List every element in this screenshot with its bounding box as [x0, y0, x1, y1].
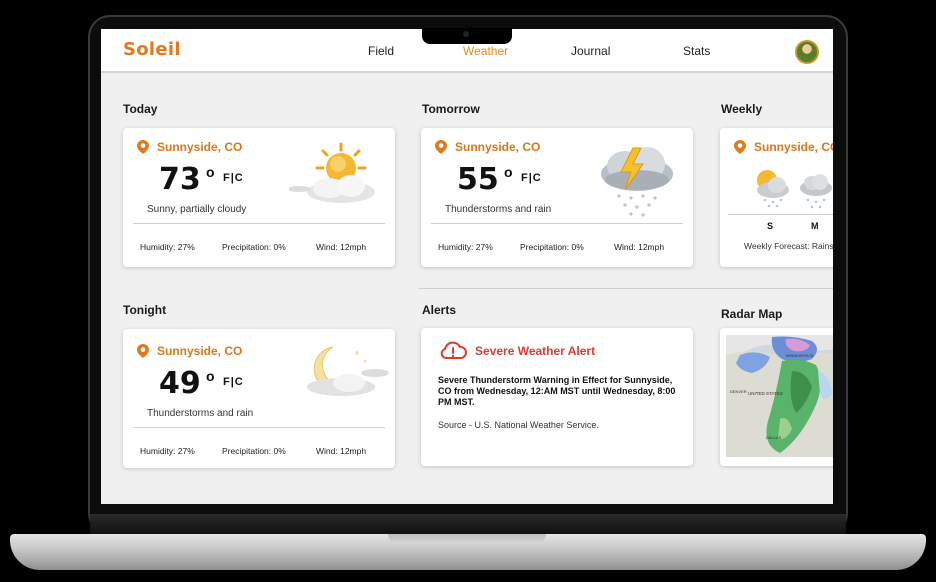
today-wind: Wind: 12mph: [316, 242, 367, 252]
thunderstorm-icon: [597, 142, 677, 225]
tonight-precipitation: Precipitation: 0%: [222, 446, 286, 456]
tomorrow-card[interactable]: Sunnyside, CO 55 o F|C Thunderstorms and…: [421, 128, 693, 267]
section-title-radar: Radar Map: [721, 307, 783, 321]
today-humidity: Humidity: 27%: [140, 242, 195, 252]
tomorrow-degree: o: [504, 164, 513, 180]
tonight-divider: [133, 427, 385, 428]
today-card[interactable]: Sunnyside, CO 73 o F|C Sunny, partially …: [123, 128, 395, 267]
section-divider: [419, 288, 833, 289]
today-condition: Sunny, partially cloudy: [147, 204, 247, 215]
laptop-base-notch: [388, 534, 546, 544]
weekly-card[interactable]: Sunnyside, CO S M Weekly Forecast: Rains: [720, 128, 833, 267]
today-temperature: 73: [159, 162, 201, 197]
tomorrow-precipitation: Precipitation: 0%: [520, 242, 584, 252]
nav-item-stats[interactable]: Stats: [683, 44, 710, 58]
tonight-wind: Wind: 12mph: [316, 446, 367, 456]
section-title-weekly: Weekly: [721, 102, 763, 116]
radar-map[interactable]: UNITED STATES MINNEAPOLIS DALLAS DENVER: [726, 335, 833, 457]
moon-cloud-icon: [295, 343, 391, 406]
tonight-degree: o: [206, 368, 215, 384]
section-title-tonight: Tonight: [123, 303, 167, 317]
today-divider: [133, 223, 385, 224]
section-title-today: Today: [123, 102, 158, 116]
user-avatar[interactable]: [795, 40, 819, 64]
radar-map-card[interactable]: UNITED STATES MINNEAPOLIS DALLAS DENVER: [720, 328, 833, 466]
tomorrow-condition: Thunderstorms and rain: [445, 204, 552, 215]
tonight-location-label: Sunnyside, CO: [157, 344, 243, 358]
alert-card[interactable]: Severe Weather Alert Severe Thunderstorm…: [421, 328, 693, 466]
tonight-card[interactable]: Sunnyside, CO 49 o F|C Thunderstorms and…: [123, 329, 395, 468]
tonight-temperature: 49: [159, 366, 201, 401]
alert-source: Source - U.S. National Weather Service.: [438, 420, 599, 430]
radar-label-united-states: UNITED STATES: [748, 391, 783, 396]
tomorrow-wind: Wind: 12mph: [614, 242, 665, 252]
weekly-location-label: Sunnyside, CO: [754, 140, 833, 154]
brand-logo[interactable]: Soleil: [123, 39, 181, 60]
weekly-day-sunday: S: [767, 221, 774, 231]
radar-label-minneapolis: MINNEAPOLIS: [786, 353, 814, 358]
laptop-hinge: [90, 514, 846, 534]
tonight-condition: Thunderstorms and rain: [147, 408, 254, 419]
today-location-label: Sunnyside, CO: [157, 140, 243, 154]
alert-body: Severe Thunderstorm Warning in Effect fo…: [438, 375, 676, 407]
tomorrow-temperature: 55: [457, 162, 499, 197]
tomorrow-humidity: Humidity: 27%: [438, 242, 493, 252]
tomorrow-divider: [431, 223, 683, 224]
nav-item-field[interactable]: Field: [368, 44, 394, 58]
radar-label-denver: DENVER: [730, 389, 747, 394]
weekly-forecast-note: Weekly Forecast: Rains: [744, 241, 833, 251]
location-pin-icon: [435, 140, 447, 154]
section-title-tomorrow: Tomorrow: [422, 102, 480, 116]
today-precipitation: Precipitation: 0%: [222, 242, 286, 252]
tomorrow-unit-toggle[interactable]: F|C: [521, 172, 542, 184]
tonight-location: Sunnyside, CO: [137, 344, 242, 358]
sun-cloud-icon: [287, 142, 379, 213]
tonight-unit-toggle[interactable]: F|C: [223, 376, 244, 388]
tomorrow-location-label: Sunnyside, CO: [455, 140, 541, 154]
location-pin-icon: [137, 344, 149, 358]
today-location: Sunnyside, CO: [137, 140, 242, 154]
weekly-day-monday: M: [811, 221, 819, 231]
today-degree: o: [206, 164, 215, 180]
nav-item-journal[interactable]: Journal: [571, 44, 610, 58]
sun-rain-icon: [751, 166, 791, 213]
tomorrow-location: Sunnyside, CO: [435, 140, 540, 154]
alert-header: Severe Weather Alert: [439, 341, 595, 361]
app-screen: Soleil Field Weather Journal Stats Today…: [101, 29, 833, 504]
camera-icon: [463, 31, 469, 37]
weekly-divider: [728, 214, 833, 215]
nav-item-weather[interactable]: Weather: [463, 44, 508, 58]
alert-cloud-icon: [440, 341, 467, 359]
alert-title: Severe Weather Alert: [475, 344, 596, 358]
weekly-location: Sunnyside, CO: [734, 140, 833, 154]
location-pin-icon: [137, 140, 149, 154]
location-pin-icon: [734, 140, 746, 154]
radar-label-dallas: DALLAS: [766, 435, 782, 440]
today-unit-toggle[interactable]: F|C: [223, 172, 244, 184]
tonight-humidity: Humidity: 27%: [140, 446, 195, 456]
section-title-alerts: Alerts: [422, 303, 457, 317]
rain-cloud-icon: [798, 172, 833, 215]
